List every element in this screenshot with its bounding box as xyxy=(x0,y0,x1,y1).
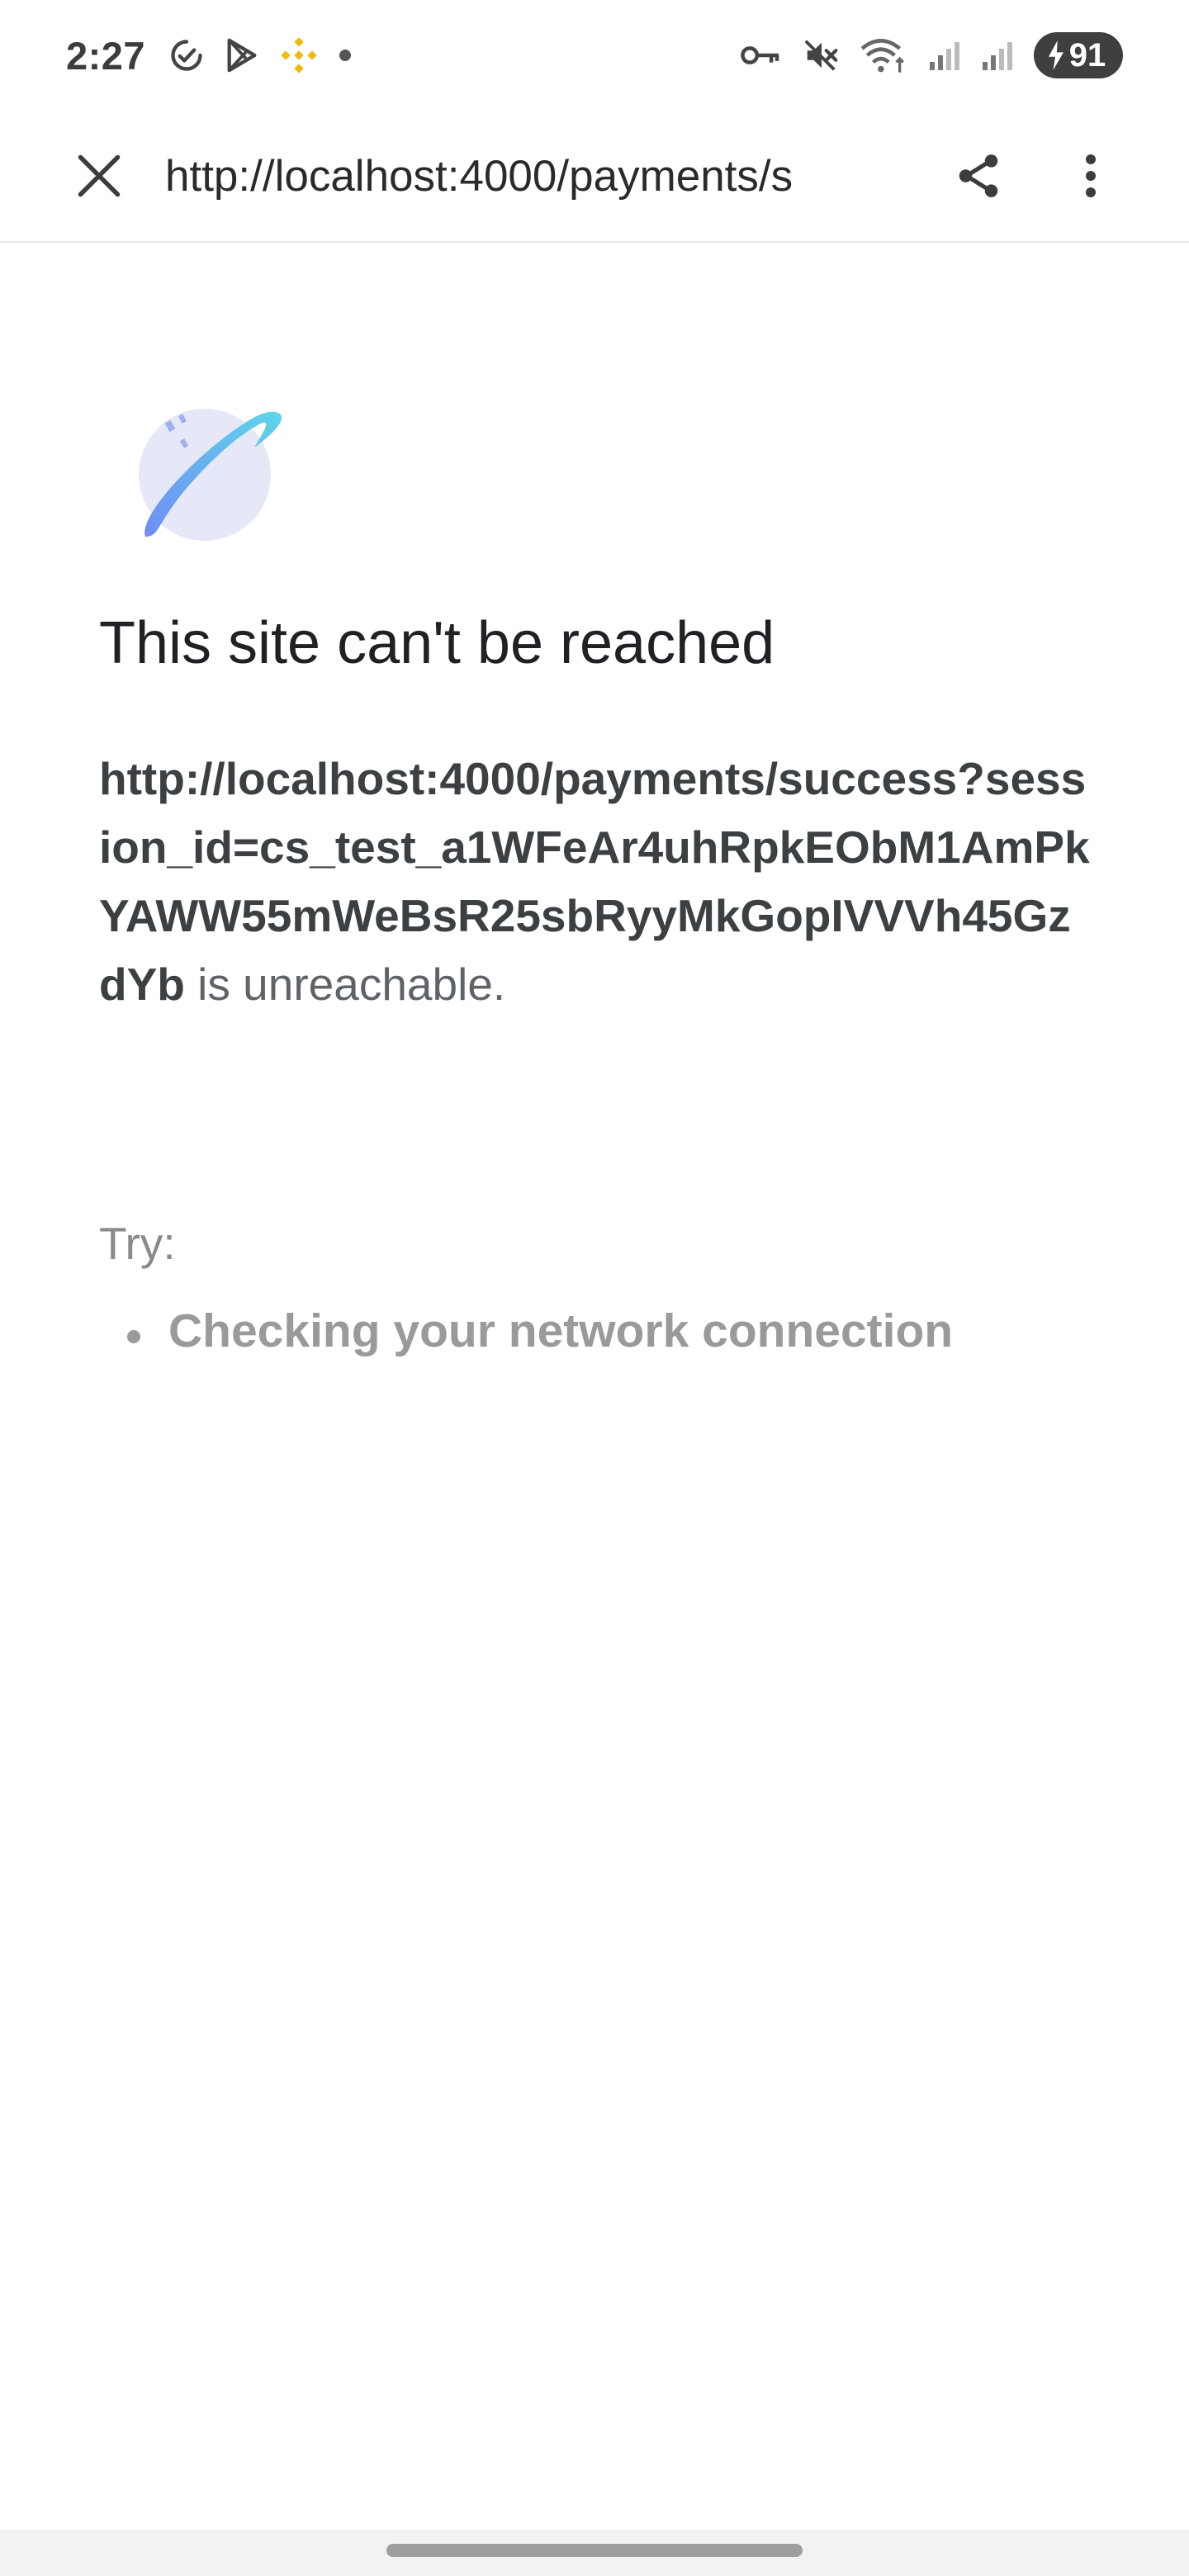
planet-illustration-icon xyxy=(130,396,287,553)
signal-icon xyxy=(928,39,961,72)
battery-level: 91 xyxy=(1068,36,1106,73)
error-title: This site can't be reached xyxy=(99,610,775,676)
home-gesture-handle[interactable] xyxy=(386,2544,803,2557)
wifi-icon xyxy=(860,36,908,75)
try-label: Try: xyxy=(99,1218,176,1269)
share-icon xyxy=(953,150,1004,201)
status-left-icons xyxy=(168,36,353,75)
status-time: 2:27 xyxy=(66,33,146,78)
more-options-button[interactable] xyxy=(1049,135,1132,217)
mute-icon xyxy=(803,36,841,74)
unreachable-suffix: is unreachable. xyxy=(184,959,506,1010)
play-store-icon xyxy=(223,36,261,74)
status-right-icons: 91 xyxy=(740,32,1123,78)
custom-tab-toolbar: http://localhost:4000/payments/s xyxy=(0,111,1189,243)
url-text: http://localhost:4000/payments/s xyxy=(165,151,793,201)
more-vert-icon xyxy=(1082,149,1099,202)
error-description: http://localhost:4000/payments/success?s… xyxy=(99,745,1098,1019)
binance-icon xyxy=(279,36,319,75)
share-button[interactable] xyxy=(937,135,1020,217)
close-icon xyxy=(74,151,124,201)
suggestion-item: Checking your network connection xyxy=(99,1304,953,1358)
close-button[interactable] xyxy=(58,135,140,217)
signal-icon xyxy=(981,39,1014,72)
suggestion-list: Checking your network connection xyxy=(99,1304,953,1358)
check-circle-icon xyxy=(168,37,205,73)
status-bar: 2:27 91 xyxy=(0,0,1189,111)
battery-charging-icon: 91 xyxy=(1034,32,1123,78)
vpn-key-icon xyxy=(740,39,783,72)
dot-icon xyxy=(337,47,353,64)
url-bar[interactable]: http://localhost:4000/payments/s xyxy=(165,151,904,201)
